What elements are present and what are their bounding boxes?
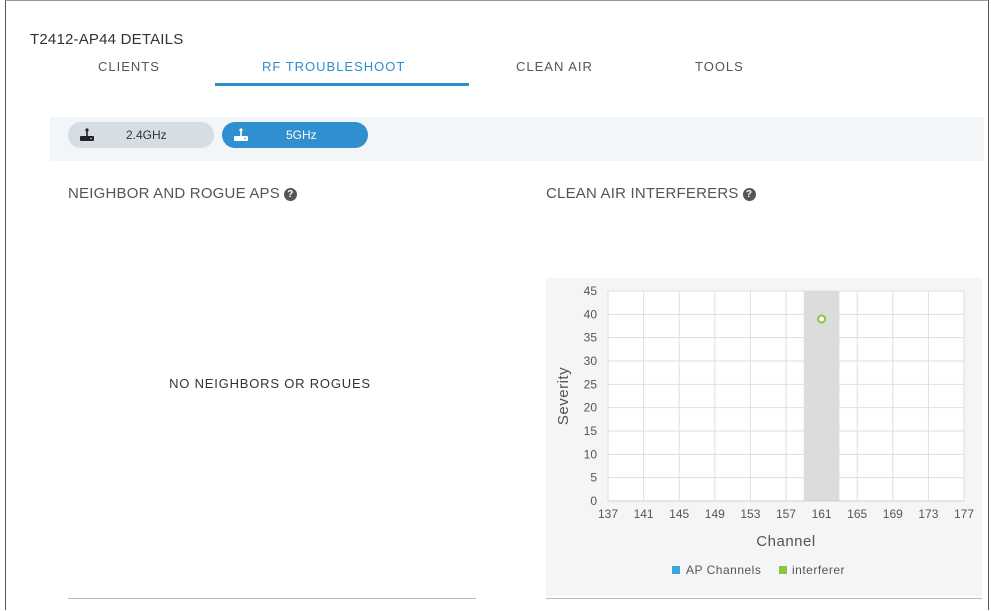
band-5ghz-button[interactable]: 5GHz: [222, 122, 368, 148]
x-axis-label: Channel: [756, 533, 815, 550]
x-tick-label: 157: [776, 507, 796, 521]
x-tick-label: 141: [634, 507, 654, 521]
y-tick-label: 25: [584, 377, 598, 391]
band-label: 5GHz: [286, 128, 317, 142]
x-tick-label: 153: [740, 507, 760, 521]
interferers-chart: 137 141 145 149 153 157 161 165 169 173 177 0 5 10 15 2…: [555, 284, 974, 577]
y-tick-label: 45: [584, 284, 598, 298]
clean-air-section-title: CLEAN AIR INTERFERERS?: [546, 185, 756, 202]
page-title: T2412-AP44 DETAILS: [30, 31, 184, 48]
neighbors-title-text: NEIGHBOR AND ROGUE APS: [68, 185, 280, 202]
x-tick-label: 169: [883, 507, 903, 521]
y-tick-label: 0: [590, 494, 597, 508]
empty-state-message: NO NEIGHBORS OR ROGUES: [169, 376, 371, 391]
y-tick-label: 30: [584, 354, 598, 368]
active-tab-indicator: [215, 83, 469, 86]
legend-interferer-swatch: [779, 566, 787, 574]
band-selector: 2.4GHz 5GHz: [50, 117, 984, 161]
y-tick-label: 5: [590, 471, 597, 485]
tab-clients[interactable]: CLIENTS: [98, 59, 160, 74]
interferers-chart-panel: 137 141 145 149 153 157 161 165 169 173 177 0 5 10 15 2…: [546, 278, 982, 596]
tab-clean-air[interactable]: CLEAN AIR: [516, 59, 593, 74]
tab-tools[interactable]: TOOLS: [695, 59, 744, 74]
x-tick-label: 165: [847, 507, 867, 521]
tab-rf-troubleshoot[interactable]: RF TROUBLESHOOT: [262, 59, 405, 74]
y-tick-label: 20: [584, 401, 598, 415]
band-2-4ghz-button[interactable]: 2.4GHz: [68, 122, 214, 148]
y-tick-label: 15: [584, 424, 598, 438]
interferer-point: [817, 314, 827, 324]
y-tick-label: 35: [584, 331, 598, 345]
help-icon[interactable]: ?: [283, 188, 297, 201]
x-tick-label: 137: [598, 507, 618, 521]
x-tick-label: 145: [669, 507, 689, 521]
divider: [546, 598, 982, 599]
y-axis-label: Severity: [555, 367, 572, 425]
x-tick-label: 149: [705, 507, 725, 521]
x-tick-label: 177: [954, 507, 974, 521]
x-tick-label: 161: [812, 507, 832, 521]
y-tick-label: 10: [584, 447, 598, 461]
access-point-icon: [234, 128, 248, 141]
neighbors-section-title: NEIGHBOR AND ROGUE APS?: [68, 185, 297, 202]
y-tick-label: 40: [584, 307, 598, 321]
legend-interferer-label: interferer: [792, 563, 845, 577]
band-label: 2.4GHz: [126, 128, 167, 142]
clean-air-title-text: CLEAN AIR INTERFERERS: [546, 185, 739, 202]
help-icon[interactable]: ?: [742, 188, 756, 201]
legend-ap-channels-label: AP Channels: [686, 563, 761, 577]
divider: [68, 598, 476, 599]
x-tick-label: 173: [918, 507, 938, 521]
access-point-icon: [80, 128, 94, 141]
legend-ap-channels-swatch: [672, 566, 680, 574]
